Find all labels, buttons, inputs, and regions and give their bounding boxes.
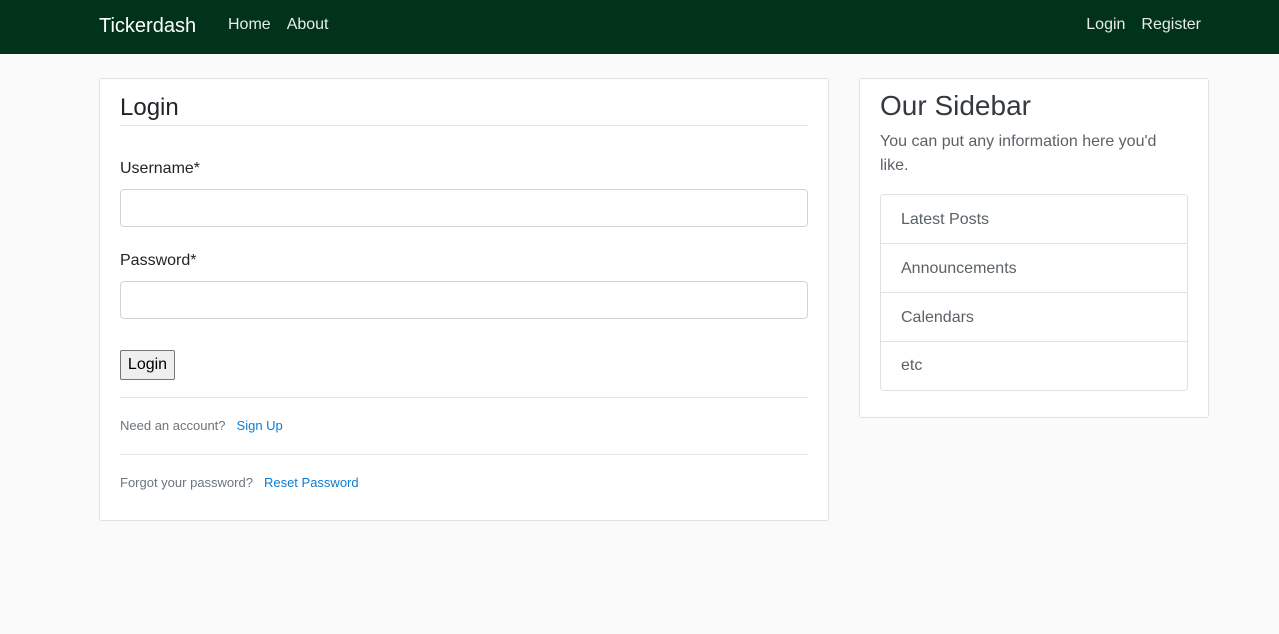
sidebar-text: You can put any information here you'd l… xyxy=(880,133,1157,174)
sidebar-item-announcements[interactable]: Announcements xyxy=(881,244,1187,293)
password-label: Password* xyxy=(120,252,197,269)
nav-link-about[interactable]: About xyxy=(287,15,329,35)
divider xyxy=(120,454,808,455)
nav-right-links: Login Register xyxy=(1086,15,1201,35)
signup-prompt: Need an account? xyxy=(120,418,226,433)
title-divider xyxy=(120,125,808,126)
sidebar-item-calendars[interactable]: Calendars xyxy=(881,293,1187,342)
nav-link-login[interactable]: Login xyxy=(1086,15,1125,35)
sidebar-list: Latest Posts Announcements Calendars etc xyxy=(880,194,1188,391)
sidebar-item-etc[interactable]: etc xyxy=(881,342,1187,390)
login-card: Login Username* Password* Login Need an … xyxy=(99,78,829,521)
nav-left-links: Home About xyxy=(228,15,329,35)
password-input[interactable] xyxy=(120,281,808,319)
brand-link[interactable]: Tickerdash xyxy=(99,13,196,39)
reset-password-link[interactable]: Reset Password xyxy=(264,475,359,491)
nav-link-register[interactable]: Register xyxy=(1141,15,1201,35)
sidebar-title: Our Sidebar xyxy=(880,90,1031,121)
signup-link[interactable]: Sign Up xyxy=(237,418,283,434)
username-label: Username* xyxy=(120,160,201,177)
login-submit-button[interactable]: Login xyxy=(120,350,175,380)
reset-prompt: Forgot your password? xyxy=(120,475,253,490)
login-title: Login xyxy=(120,94,179,121)
top-navbar: Tickerdash Home About Login Register xyxy=(0,0,1279,54)
sidebar-card: Our Sidebar You can put any information … xyxy=(859,78,1209,418)
reset-row: Forgot your password? Reset Password xyxy=(120,475,359,491)
nav-link-home[interactable]: Home xyxy=(228,15,271,35)
sidebar-item-latest-posts[interactable]: Latest Posts xyxy=(881,195,1187,244)
username-input[interactable] xyxy=(120,189,808,227)
divider xyxy=(120,397,808,398)
signup-row: Need an account? Sign Up xyxy=(120,418,283,434)
